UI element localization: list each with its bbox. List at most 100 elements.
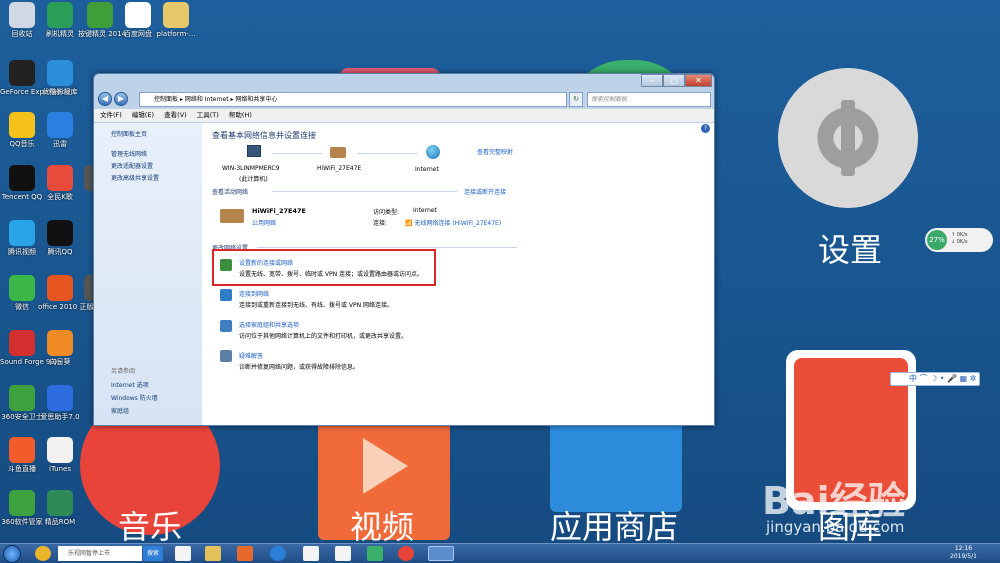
search-input[interactable]: 搜索控制面板 bbox=[587, 92, 711, 107]
back-button[interactable]: ◀ bbox=[98, 92, 112, 106]
troubleshoot-link[interactable]: 疑难解答 bbox=[239, 351, 263, 360]
windows-firewall-link[interactable]: Windows 防火墙 bbox=[111, 393, 158, 402]
play-icon bbox=[363, 438, 408, 494]
settings-tile[interactable] bbox=[778, 68, 918, 208]
taskbar-search-input[interactable]: 乐视网暂停上市 bbox=[58, 546, 142, 561]
homegroup-options-link[interactable]: 选择家庭组和共享选项 bbox=[239, 320, 299, 329]
app-icon bbox=[47, 2, 73, 28]
section-divider bbox=[257, 247, 517, 248]
connect-network-desc: 连接到或重新连接到无线、有线、拨号或 VPN 网络连接。 bbox=[239, 302, 394, 309]
close-button[interactable]: ✕ bbox=[685, 74, 712, 87]
speed-text: ↑ 0K/s ↓ 0K/s bbox=[951, 232, 968, 245]
active-network-name: HiWiFi_27E47E bbox=[252, 207, 306, 215]
app-icon bbox=[9, 165, 35, 191]
desktop-icon[interactable]: 刷机精灵 bbox=[38, 2, 82, 38]
app-icon bbox=[47, 220, 73, 246]
breadcrumb-network-center[interactable]: 网络和共享中心 bbox=[235, 96, 277, 103]
taskbar-player-icon[interactable] bbox=[237, 546, 253, 561]
appstore-tile[interactable] bbox=[550, 420, 682, 512]
taskbar-search-button[interactable]: 搜索 bbox=[143, 546, 163, 561]
taskbar-doc-icon[interactable] bbox=[303, 546, 319, 561]
app-icon bbox=[9, 112, 35, 138]
app-icon bbox=[9, 220, 35, 246]
app-icon bbox=[9, 275, 35, 301]
help-icon[interactable]: ? bbox=[701, 124, 710, 133]
wireless-connection-link[interactable]: 📶 无线网络连接 (HiWiFi_27E47E) bbox=[405, 218, 501, 227]
app-icon bbox=[47, 165, 73, 191]
desktop-icon[interactable]: iTunes bbox=[38, 437, 82, 473]
adapter-settings-link[interactable]: 更改适配器设置 bbox=[111, 161, 153, 170]
network-bench-icon bbox=[330, 147, 346, 158]
refresh-button[interactable]: ↻ bbox=[569, 92, 583, 107]
menu-tools[interactable]: 工具(T) bbox=[197, 111, 219, 119]
gear-icon bbox=[808, 98, 888, 178]
breadcrumb-network-internet[interactable]: 网络和 Internet bbox=[185, 96, 229, 103]
music-label: 音乐 bbox=[118, 508, 183, 546]
taskbar-doc-icon[interactable] bbox=[175, 546, 191, 561]
app-icon bbox=[9, 490, 35, 516]
troubleshoot-desc: 诊断并修复网络问题，或获得故障排除信息。 bbox=[239, 364, 360, 371]
app-icon bbox=[9, 60, 35, 86]
taskbar-app-icon[interactable] bbox=[35, 546, 51, 561]
breadcrumb-control-panel[interactable]: 控制面板 bbox=[154, 96, 178, 103]
desktop-icon[interactable]: 爱思助手7.0 bbox=[38, 385, 82, 421]
manage-wireless-link[interactable]: 管理无线网络 bbox=[111, 149, 147, 158]
map-link-line bbox=[357, 153, 417, 154]
taskbar-play-icon[interactable] bbox=[367, 546, 383, 561]
app-icon bbox=[9, 437, 35, 463]
homegroup-options-desc: 访问位于其他网络计算机上的文件和打印机，或更改共享设置。 bbox=[239, 333, 408, 340]
connect-disconnect-link[interactable]: 连接或断开连接 bbox=[464, 187, 506, 196]
map-network-name: HiWiFi_27E47E bbox=[317, 165, 362, 172]
desktop-icon[interactable]: platform-... bbox=[154, 2, 198, 38]
desktop-icon[interactable]: 迅雷 bbox=[38, 112, 82, 148]
menu-edit[interactable]: 编辑(E) bbox=[132, 111, 154, 119]
ime-toolbar[interactable]: 中 ⌒ ☽ • 🎤 ▦ ✲ bbox=[890, 372, 980, 386]
troubleshoot-icon bbox=[220, 350, 232, 362]
forward-button[interactable]: ▶ bbox=[114, 92, 128, 106]
homegroup-icon bbox=[220, 320, 232, 332]
connections-label: 连接: bbox=[373, 220, 388, 227]
active-networks-title: 查看活动网络 bbox=[212, 189, 249, 196]
desktop-icon-label: iTunes bbox=[49, 465, 71, 473]
desktop-icon[interactable]: 腾讯QQ bbox=[38, 220, 82, 256]
connect-network-link[interactable]: 连接到网络 bbox=[239, 289, 269, 298]
app-icon bbox=[47, 112, 73, 138]
taskbar-chrome-icon[interactable] bbox=[398, 546, 414, 561]
menu-view[interactable]: 查看(V) bbox=[164, 111, 187, 119]
control-panel-home-link[interactable]: 控制面板主页 bbox=[111, 129, 147, 138]
minimize-button[interactable]: – bbox=[641, 74, 663, 87]
internet-options-link[interactable]: Internet 选项 bbox=[111, 380, 149, 389]
desktop-icon[interactable]: 优酷影视库 bbox=[38, 60, 82, 96]
section-divider bbox=[272, 191, 457, 192]
taskbar-control-panel-icon[interactable] bbox=[428, 546, 454, 561]
menu-help[interactable]: 帮助(H) bbox=[229, 111, 252, 119]
ime-text: 中 ⌒ ☽ • 🎤 ▦ ✲ bbox=[909, 374, 977, 383]
address-bar-row: ◀ ▶ 控制面板 ▸ 网络和 Internet ▸ 网络和共享中心 ↻ 搜索控制… bbox=[94, 88, 714, 108]
homegroup-link[interactable]: 家庭组 bbox=[111, 406, 129, 415]
desktop-icon[interactable]: 向日葵 bbox=[38, 330, 82, 366]
taskbar-doc-icon[interactable] bbox=[335, 546, 351, 561]
maximize-button[interactable]: □ bbox=[663, 74, 685, 87]
network-type-link[interactable]: 公用网络 bbox=[252, 218, 276, 227]
menu-bar: 文件(F) 编辑(E) 查看(V) 工具(T) 帮助(H) bbox=[94, 108, 714, 122]
app-icon bbox=[47, 60, 73, 86]
network-speed-widget[interactable]: 27% ↑ 0K/s ↓ 0K/s bbox=[925, 228, 993, 252]
taskbar-clock[interactable]: 12:16 2019/5/1 bbox=[950, 545, 977, 561]
taskbar-media-icon[interactable] bbox=[270, 546, 286, 561]
desktop-icon-label: 爱思助手7.0 bbox=[40, 413, 80, 421]
advanced-sharing-link[interactable]: 更改高级共享设置 bbox=[111, 173, 159, 182]
access-type-label: 访问类型: bbox=[373, 209, 400, 216]
settings-label: 设置 bbox=[818, 231, 883, 269]
address-input[interactable]: 控制面板 ▸ 网络和 Internet ▸ 网络和共享中心 bbox=[139, 92, 567, 107]
taskbar-folder-icon[interactable] bbox=[205, 546, 221, 561]
desktop-icon-label: 迅雷 bbox=[53, 140, 67, 148]
watermark-url: jingyan.baidu.com bbox=[766, 518, 905, 536]
desktop-icon[interactable]: 精品ROM bbox=[38, 490, 82, 526]
title-bar[interactable]: – □ ✕ bbox=[94, 74, 714, 88]
left-pane: 控制面板主页 管理无线网络 更改适配器设置 更改高级共享设置 另请参阅 Inte… bbox=[94, 123, 202, 425]
full-map-link[interactable]: 查看完整映射 bbox=[477, 147, 513, 156]
menu-file[interactable]: 文件(F) bbox=[100, 111, 122, 119]
video-label: 视频 bbox=[350, 508, 415, 546]
app-icon bbox=[47, 275, 73, 301]
start-button[interactable] bbox=[3, 545, 21, 563]
